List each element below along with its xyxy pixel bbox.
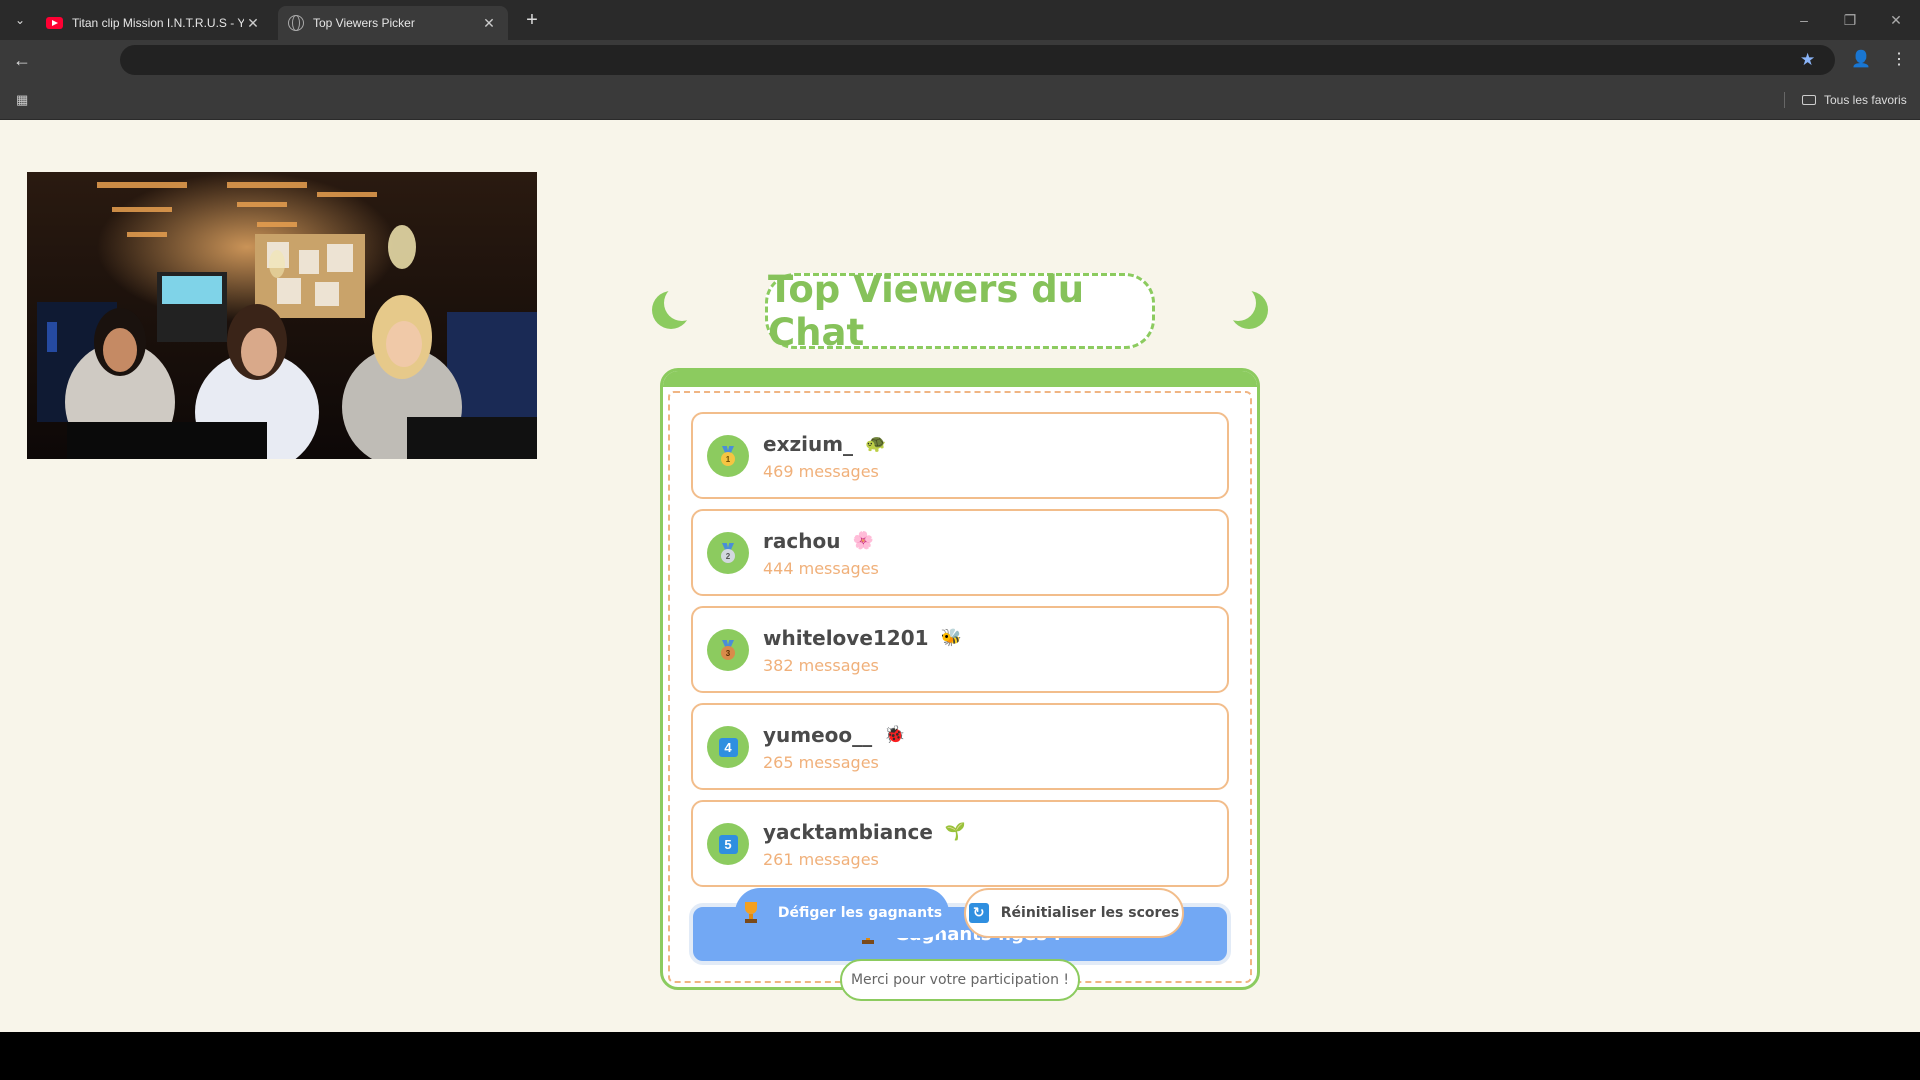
divider [1784, 92, 1785, 108]
page-title: Top Viewers du Chat [768, 268, 1085, 354]
webcam-video [27, 172, 537, 459]
tab-top-viewers[interactable]: Top Viewers Picker ✕ [278, 6, 508, 40]
close-tab-icon[interactable]: ✕ [480, 15, 498, 32]
message-count: 261 messages [763, 850, 879, 869]
restore-icon[interactable]: ❐ [1838, 8, 1862, 32]
viewer-name: yumeoo__ 🐞 [763, 723, 906, 747]
viewer-name: whitelove1201 🐝 [763, 626, 962, 650]
profile-icon[interactable]: 👤 [1850, 48, 1872, 70]
message-count: 444 messages [763, 559, 879, 578]
all-bookmarks-label: Tous les favoris [1824, 93, 1907, 107]
viewer-row: 4 yumeoo__ 🐞 265 messages [691, 703, 1229, 790]
trophy-icon [742, 902, 760, 924]
folder-icon [1802, 95, 1816, 105]
message-count: 265 messages [763, 753, 879, 772]
thanks-message: Merci pour votre participation ! [840, 959, 1080, 1001]
unfreeze-winners-label: Défiger les gagnants [777, 905, 943, 921]
viewer-row: 1 exzium_ 🐢 469 messages [691, 412, 1229, 499]
silver-medal-icon: 2 [707, 532, 749, 574]
tab-list-chevron-icon[interactable]: ⌄ [8, 8, 32, 32]
message-count: 469 messages [763, 462, 879, 481]
new-tab-icon[interactable]: + [520, 8, 544, 32]
bottom-bar [0, 1032, 1920, 1080]
minimize-icon[interactable]: – [1792, 8, 1816, 32]
viewer-name: yacktambiance 🌱 [763, 820, 967, 844]
screen: ⌄ Titan clip Mission I.N.T.R.U.S - Y ✕ T… [0, 0, 1920, 1080]
moon-left-icon [652, 285, 700, 329]
all-bookmarks-button[interactable]: Tous les favoris [1802, 90, 1907, 110]
rank-number-icon: 4 [707, 726, 749, 768]
ladybug-icon: 🐞 [884, 725, 906, 745]
close-tab-icon[interactable]: ✕ [244, 15, 262, 32]
refresh-icon: ↻ [968, 903, 989, 923]
reset-scores-label: Réinitialiser les scores [1000, 905, 1180, 921]
thanks-label: Merci pour votre participation ! [850, 972, 1070, 988]
tab-title: Titan clip Mission I.N.T.R.U.S - Y [72, 16, 244, 30]
tab-title: Top Viewers Picker [313, 16, 415, 30]
viewer-name: rachou 🌸 [763, 529, 874, 553]
tab-bar: ⌄ Titan clip Mission I.N.T.R.U.S - Y ✕ T… [0, 0, 1920, 40]
window-close-icon[interactable]: ✕ [1884, 8, 1908, 32]
page: Top Viewers du Chat 1 exzium_ 🐢 469 messa… [0, 120, 1920, 1032]
reset-scores-button[interactable]: ↻ Réinitialiser les scores [964, 888, 1184, 938]
viewer-row: 5 yacktambiance 🌱 261 messages [691, 800, 1229, 887]
message-count: 382 messages [763, 656, 879, 675]
viewer-row: 2 rachou 🌸 444 messages [691, 509, 1229, 596]
globe-icon [288, 15, 304, 31]
seedling-icon: 🌱 [944, 822, 967, 842]
bee-icon: 🐝 [940, 628, 962, 648]
menu-dots-icon[interactable]: ⋮ [1888, 48, 1910, 70]
address-bar[interactable] [120, 45, 1835, 75]
gold-medal-icon: 1 [707, 435, 749, 477]
moon-right-icon [1220, 285, 1268, 329]
bookmarks-bar: ▦ Tous les favoris [0, 80, 1920, 120]
panel-header-strip [663, 371, 1257, 387]
bronze-medal-icon: 3 [707, 629, 749, 671]
apps-grid-icon[interactable]: ▦ [16, 92, 30, 107]
toolbar: ← [0, 40, 1920, 80]
flower-icon: 🌸 [852, 531, 874, 551]
viewer-row: 3 whitelove1201 🐝 382 messages [691, 606, 1229, 693]
title-box: Top Viewers du Chat [765, 268, 1155, 354]
rank-number-icon: 5 [707, 823, 749, 865]
turtle-icon: 🐢 [865, 434, 887, 454]
tab-youtube[interactable]: Titan clip Mission I.N.T.R.U.S - Y ✕ [36, 6, 272, 40]
bookmark-star-icon[interactable]: ★ [1800, 50, 1815, 70]
viewer-name: exzium_ 🐢 [763, 432, 887, 456]
youtube-icon [46, 17, 63, 29]
back-arrow-icon[interactable]: ← [10, 48, 34, 72]
unfreeze-winners-button[interactable]: Défiger les gagnants [735, 888, 949, 938]
